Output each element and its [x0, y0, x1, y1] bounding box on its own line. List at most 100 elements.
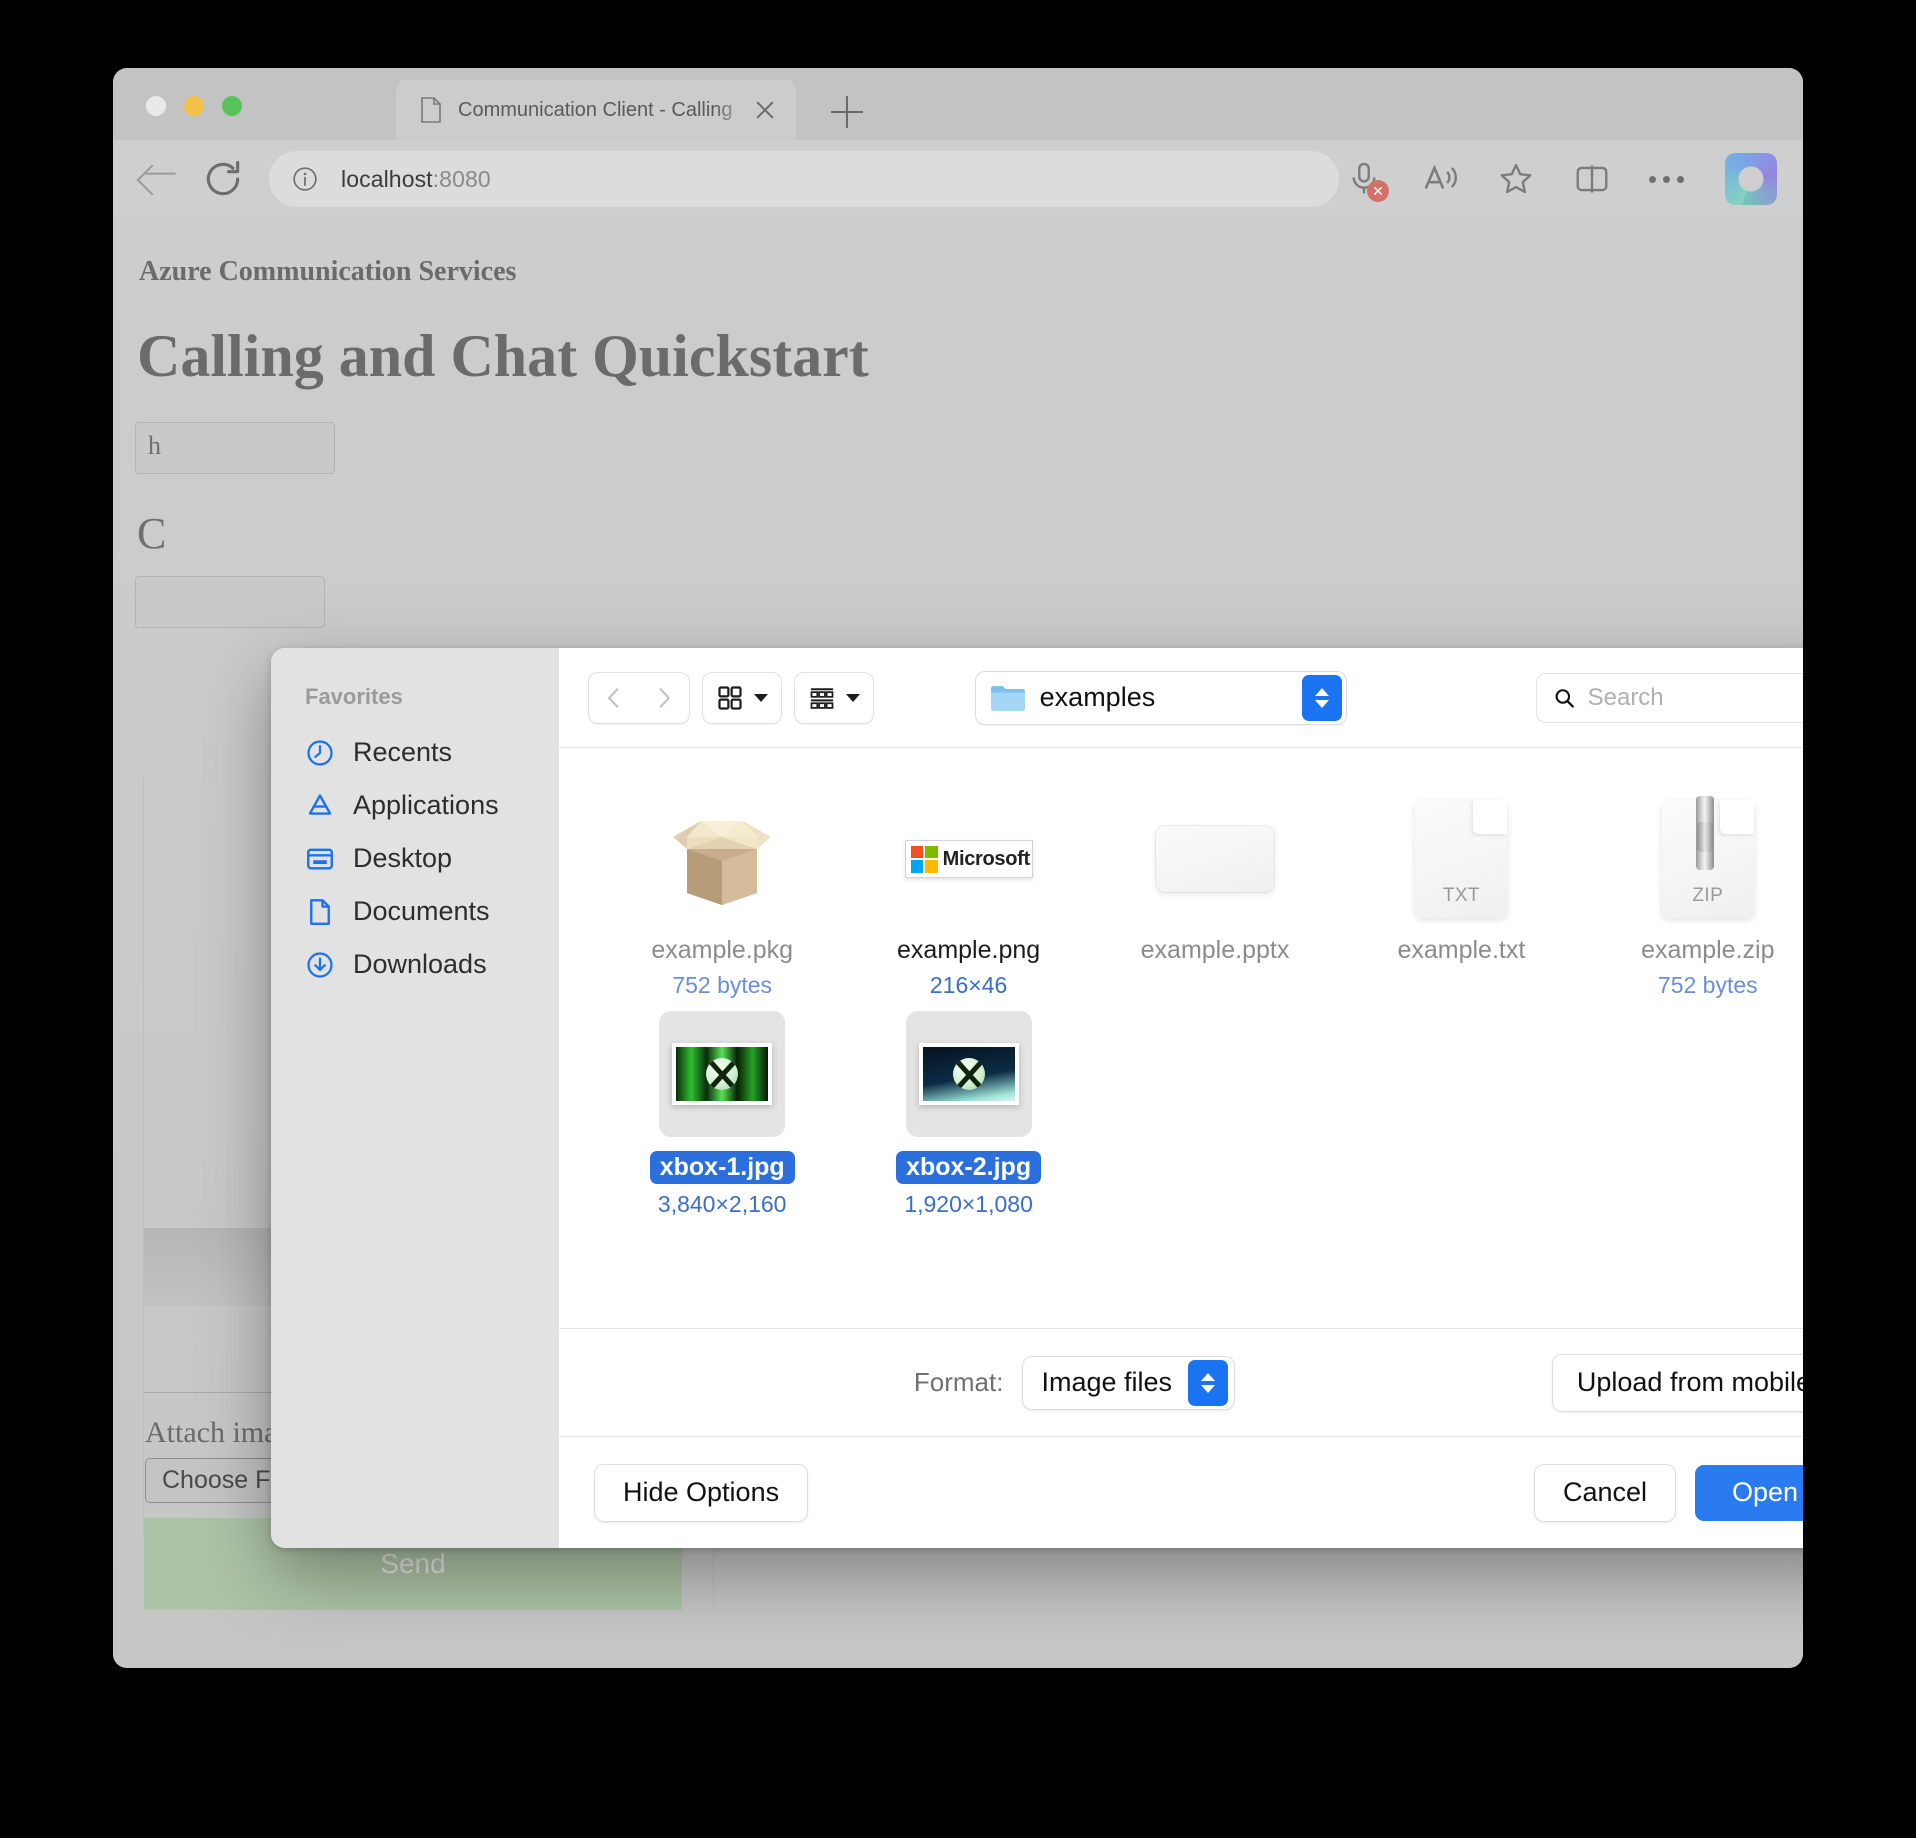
grid-view-icon: [718, 685, 742, 710]
selection-highlight: [659, 1011, 786, 1137]
address-bar-url: localhost:8080: [341, 166, 491, 193]
search-input[interactable]: [1587, 683, 1803, 712]
file-item[interactable]: TXT example.txt: [1338, 796, 1584, 1001]
file-name: xbox-2.jpg: [896, 1151, 1042, 1184]
page-fold: [1719, 800, 1754, 834]
format-label: Format:: [913, 1367, 1004, 1397]
copilot-icon[interactable]: [1725, 153, 1777, 205]
read-aloud-icon[interactable]: [1421, 160, 1459, 198]
reload-icon[interactable]: [201, 157, 245, 201]
sidebar-item-documents[interactable]: Documents: [271, 885, 559, 938]
file-thumbnail: TXT: [1338, 796, 1584, 922]
document-icon: [310, 898, 330, 925]
file-name: example.zip: [1641, 936, 1775, 964]
path-popup-label: examples: [1039, 682, 1156, 712]
browser-titlebar: Communication Client - Calling: [113, 68, 1803, 140]
more-options-icon[interactable]: [1649, 160, 1687, 198]
file-item[interactable]: example.pkg 752 bytes: [599, 796, 845, 1001]
sidebar-section-title: Favorites: [305, 684, 403, 709]
chevron-right-icon[interactable]: [639, 673, 689, 723]
address-port: :8080: [432, 165, 491, 192]
page-viewport: Azure Communication Services Calling and…: [113, 218, 1803, 1668]
hide-options-button[interactable]: Hide Options: [595, 1464, 808, 1521]
window-minimize-button[interactable]: [184, 96, 204, 116]
view-mode-button[interactable]: [703, 672, 781, 723]
browser-toolbar: localhost:8080 ✕: [113, 140, 1803, 218]
favorites-star-icon[interactable]: [1497, 160, 1535, 198]
file-name: example.txt: [1397, 936, 1526, 964]
file-grid: example.pkg 752 bytes Microsoft example.…: [559, 748, 1803, 1328]
window-maximize-button[interactable]: [222, 96, 242, 116]
microsoft-logo-icon: [910, 845, 938, 873]
browser-tab[interactable]: Communication Client - Calling: [396, 80, 796, 140]
file-item[interactable]: Microsoft example.png 216×46: [845, 796, 1091, 1001]
file-thumbnail: [1092, 796, 1338, 922]
sidebar-item-label: Desktop: [353, 843, 453, 873]
address-bar[interactable]: localhost:8080: [269, 151, 1339, 207]
address-host: localhost: [341, 165, 433, 192]
split-screen-icon[interactable]: [1573, 160, 1611, 198]
cancel-button[interactable]: Cancel: [1534, 1464, 1675, 1521]
group-by-button[interactable]: [795, 672, 873, 723]
microphone-muted-icon[interactable]: ✕: [1345, 160, 1389, 202]
sidebar-item-desktop[interactable]: Desktop: [271, 832, 559, 885]
path-popup-button[interactable]: examples: [975, 671, 1346, 724]
file-item[interactable]: xbox-2.jpg 1,920×1,080: [845, 1011, 1091, 1217]
file-meta: 216×46: [929, 972, 1008, 998]
format-row: Format: Image files Upload from mobile: [559, 1328, 1803, 1436]
desktop-icon: [307, 848, 333, 869]
info-circle-icon[interactable]: [291, 165, 319, 193]
format-select[interactable]: Image files: [1023, 1356, 1235, 1409]
chevron-down-icon: [754, 693, 768, 702]
navigation-segment: [589, 672, 689, 723]
file-name: example.pkg: [651, 936, 794, 964]
page-fold: [1473, 800, 1508, 834]
page-title: Calling and Chat Quickstart: [137, 323, 869, 389]
zip-archive-icon: ZIP: [1661, 796, 1754, 918]
file-name: xbox-1.jpg: [649, 1151, 795, 1184]
search-icon: [1555, 688, 1574, 708]
file-meta: 1,920×1,080: [904, 1191, 1033, 1217]
document-icon: [421, 97, 441, 123]
back-arrow-icon[interactable]: [127, 153, 179, 205]
mic-muted-badge: ✕: [1367, 180, 1389, 202]
close-icon[interactable]: [750, 95, 780, 125]
search-field[interactable]: [1536, 673, 1803, 722]
chevron-left-icon[interactable]: [589, 673, 639, 723]
window-traffic-lights: [146, 96, 242, 116]
window-close-button[interactable]: [146, 96, 166, 116]
dialog-sidebar: Favorites Recents Applications Desktop D…: [271, 648, 559, 1548]
file-item[interactable]: ZIP example.zip 752 bytes: [1585, 796, 1803, 1001]
up-down-stepper-icon[interactable]: [1188, 1359, 1229, 1406]
file-kind-label: ZIP: [1692, 885, 1724, 906]
format-value: Image files: [1041, 1367, 1173, 1397]
up-down-stepper-icon[interactable]: [1301, 674, 1342, 721]
file-meta: 3,840×2,160: [657, 1191, 787, 1217]
file-item[interactable]: xbox-1.jpg 3,840×2,160: [599, 1011, 845, 1217]
sidebar-item-label: Documents: [353, 896, 490, 926]
file-item[interactable]: example.pptx: [1092, 796, 1338, 1001]
file-kind-label: TXT: [1442, 885, 1480, 906]
selection-highlight: [905, 1011, 1032, 1137]
page-text-input[interactable]: h: [135, 422, 335, 474]
xbox-logo-icon: [706, 1058, 739, 1090]
dialog-toolbar: examples: [559, 648, 1803, 748]
file-name: example.pptx: [1140, 936, 1290, 964]
xbox-logo-icon: [952, 1058, 985, 1090]
plus-icon[interactable]: [831, 96, 863, 128]
list-view-icon: [810, 687, 834, 709]
file-thumbnail: [845, 1011, 1091, 1137]
sidebar-item-recents[interactable]: Recents: [271, 726, 559, 779]
dialog-actions: Hide Options Cancel Open: [559, 1436, 1803, 1548]
file-thumbnail: Microsoft: [845, 796, 1091, 922]
package-box-icon: [673, 821, 772, 905]
sidebar-item-applications[interactable]: Applications: [271, 779, 559, 832]
microsoft-logo-image: Microsoft: [905, 841, 1032, 877]
page-secondary-input[interactable]: [135, 576, 325, 628]
download-circle-icon: [307, 951, 333, 978]
file-meta: 752 bytes: [1657, 972, 1758, 998]
open-button[interactable]: Open: [1695, 1464, 1803, 1521]
upload-from-mobile-button[interactable]: Upload from mobile: [1552, 1354, 1803, 1411]
sidebar-item-downloads[interactable]: Downloads: [271, 938, 559, 991]
file-name: example.png: [897, 936, 1041, 964]
